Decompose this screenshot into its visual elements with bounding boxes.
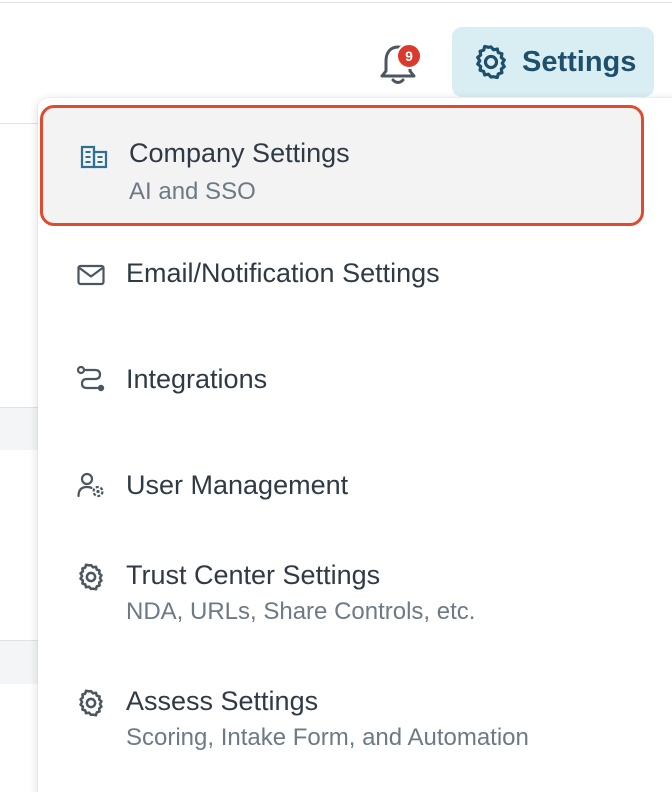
menu-item-assess-settings[interactable]: Assess Settings Scoring, Intake Form, an… <box>40 672 644 772</box>
notifications-button[interactable]: 9 <box>372 40 424 90</box>
menu-item-integrations[interactable]: Integrations <box>40 344 644 424</box>
user-gear-icon <box>77 472 104 498</box>
gear-icon <box>79 563 103 591</box>
menu-item-title: Email/Notification Settings <box>126 258 440 288</box>
menu-item-subtitle: Scoring, Intake Form, and Automation <box>126 724 529 751</box>
menu-item-company-settings[interactable]: Company Settings AI and SSO <box>40 105 644 226</box>
menu-item-title: Assess Settings <box>126 686 319 716</box>
menu-item-email-notification-settings[interactable]: Email/Notification Settings <box>40 238 644 318</box>
menu-item-user-management[interactable]: User Management <box>40 450 644 530</box>
menu-item-subtitle: AI and SSO <box>129 178 256 205</box>
menu-item-title: Company Settings <box>129 138 350 168</box>
menu-item-title: Trust Center Settings <box>126 560 381 590</box>
top-border <box>0 2 672 3</box>
gear-icon <box>79 689 103 717</box>
menu-item-subtitle: NDA, URLs, Share Controls, etc. <box>126 598 476 625</box>
gear-icon <box>476 44 506 80</box>
menu-item-title: Integrations <box>126 364 268 394</box>
menu-item-title: User Management <box>126 470 349 500</box>
menu-item-trust-center-settings[interactable]: Trust Center Settings NDA, URLs, Share C… <box>40 546 644 646</box>
route-icon <box>76 365 105 392</box>
settings-button[interactable]: Settings <box>452 27 654 97</box>
settings-label: Settings <box>522 45 637 78</box>
mail-icon <box>77 264 105 286</box>
building-icon <box>80 145 108 169</box>
notification-badge: 9 <box>396 43 422 69</box>
